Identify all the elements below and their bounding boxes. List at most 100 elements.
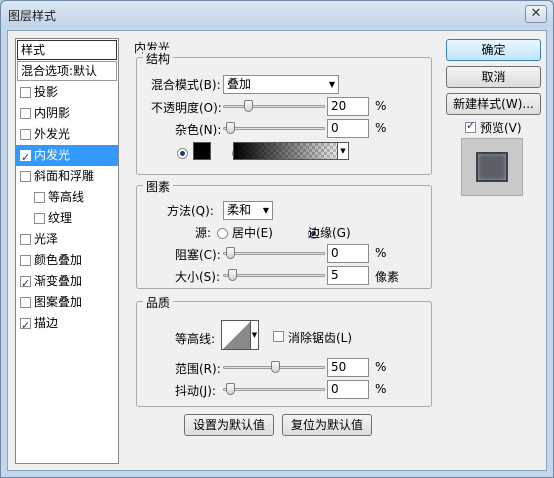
close-icon: ✕	[530, 6, 542, 21]
reset-default-button[interactable]: 复位为默认值	[282, 414, 372, 436]
noise-unit: %	[375, 121, 387, 135]
choke-slider[interactable]	[223, 247, 325, 259]
style-item-checkbox[interactable]	[34, 192, 45, 203]
style-item[interactable]: 描边	[16, 313, 118, 336]
blend-options-item[interactable]: 混合选项:默认	[17, 61, 117, 81]
style-item[interactable]: 等高线	[16, 187, 118, 208]
choke-unit: %	[375, 246, 387, 260]
style-item[interactable]: 斜面和浮雕	[16, 166, 118, 187]
style-item-checkbox[interactable]	[20, 315, 31, 336]
jitter-slider[interactable]	[223, 383, 325, 395]
style-item-label: 内阴影	[34, 106, 71, 120]
ok-button[interactable]: 确定	[446, 39, 541, 61]
style-item-label: 内发光	[34, 148, 71, 162]
noise-field[interactable]: 0	[327, 119, 369, 138]
style-item-checkbox[interactable]	[20, 171, 31, 182]
style-item[interactable]: 光泽	[16, 229, 118, 250]
style-item-checkbox[interactable]	[34, 213, 45, 224]
opacity-slider-thumb[interactable]	[244, 100, 253, 112]
chevron-down-icon[interactable]: ▼	[250, 321, 258, 349]
size-field[interactable]: 5	[327, 266, 369, 285]
source-edge-label[interactable]: 边缘(G)	[308, 224, 351, 241]
styles-header[interactable]: 样式	[17, 40, 117, 60]
preview-swatch	[476, 152, 508, 182]
style-item-checkbox[interactable]	[20, 87, 31, 98]
style-item-label: 纹理	[48, 211, 73, 225]
size-slider[interactable]	[223, 269, 325, 281]
style-item-label: 描边	[34, 316, 59, 330]
range-unit: %	[375, 360, 387, 374]
contour-label: 等高线:	[175, 332, 216, 346]
blend-mode-label: 混合模式(B):	[151, 78, 221, 92]
dialog-window: 图层样式 ✕ 样式 混合选项:默认 投影内阴影外发光内发光斜面和浮雕等高线纹理光…	[0, 0, 554, 478]
elements-title: 图素	[143, 178, 174, 195]
source-center-radio[interactable]	[217, 227, 228, 239]
blend-mode-select[interactable]: 叠加 ▼	[223, 75, 339, 94]
style-item[interactable]: 纹理	[16, 208, 118, 229]
style-item[interactable]: 颜色叠加	[16, 250, 118, 271]
style-item-checkbox[interactable]	[20, 297, 31, 308]
quality-group: 品质 等高线: ▼ 消除锯齿(L) 范围(R): 50 % 抖动(J): 0 %	[136, 294, 432, 407]
range-field[interactable]: 50	[327, 358, 369, 377]
style-item[interactable]: 内发光	[16, 145, 118, 168]
style-items: 投影内阴影外发光内发光斜面和浮雕等高线纹理光泽颜色叠加渐变叠加图案叠加描边	[16, 82, 118, 336]
contour-picker[interactable]: ▼	[221, 320, 259, 350]
glow-color-swatch[interactable]	[193, 142, 211, 160]
range-slider-thumb[interactable]	[271, 361, 280, 373]
method-select[interactable]: 柔和 ▼	[223, 201, 273, 220]
jitter-field[interactable]: 0	[327, 380, 369, 399]
chevron-down-icon[interactable]: ▼	[337, 143, 348, 159]
source-center-label[interactable]: 居中(E)	[232, 224, 273, 241]
style-item-checkbox[interactable]	[20, 129, 31, 140]
style-item[interactable]: 投影	[16, 82, 118, 103]
style-item[interactable]: 渐变叠加	[16, 271, 118, 294]
noise-slider[interactable]	[223, 122, 325, 134]
style-item-label: 光泽	[34, 232, 59, 246]
preview-checkbox[interactable]	[465, 119, 476, 133]
make-default-button[interactable]: 设置为默认值	[184, 414, 274, 436]
size-slider-thumb[interactable]	[227, 269, 237, 281]
size-label: 大小(S):	[175, 270, 221, 284]
style-item[interactable]: 图案叠加	[16, 292, 118, 313]
structure-title: 结构	[143, 50, 174, 67]
noise-slider-thumb[interactable]	[226, 122, 235, 134]
antialias-checkbox[interactable]	[273, 331, 284, 342]
style-item-checkbox[interactable]	[20, 255, 31, 266]
style-item-checkbox[interactable]	[20, 147, 31, 168]
choke-label: 阻塞(C):	[175, 248, 221, 262]
style-item-label: 外发光	[34, 127, 71, 141]
chevron-down-icon: ▼	[262, 206, 269, 215]
new-style-button[interactable]: 新建样式(W)...	[446, 93, 541, 115]
style-item-checkbox[interactable]	[20, 108, 31, 119]
preview-label[interactable]: 预览(V)	[480, 119, 522, 136]
choke-slider-thumb[interactable]	[226, 247, 235, 259]
title-bar[interactable]: 图层样式 ✕	[1, 1, 553, 27]
close-button[interactable]: ✕	[525, 5, 547, 23]
antialias-label[interactable]: 消除锯齿(L)	[288, 329, 352, 346]
dialog-client: 样式 混合选项:默认 投影内阴影外发光内发光斜面和浮雕等高线纹理光泽颜色叠加渐变…	[7, 30, 547, 471]
opacity-label: 不透明度(O):	[151, 101, 222, 115]
cancel-button[interactable]: 取消	[446, 66, 541, 88]
opacity-slider[interactable]	[223, 100, 325, 112]
method-value: 柔和	[227, 203, 252, 217]
gradient-picker[interactable]: ▼	[233, 142, 349, 160]
style-item[interactable]: 内阴影	[16, 103, 118, 124]
style-item-label: 颜色叠加	[34, 253, 83, 267]
structure-group: 结构 混合模式(B): 叠加 ▼ 不透明度(O): 20 % 杂色(N): 0 %	[136, 50, 432, 175]
choke-field[interactable]: 0	[327, 244, 369, 263]
style-item[interactable]: 外发光	[16, 124, 118, 145]
window-title: 图层样式	[8, 9, 57, 23]
preview-box	[461, 138, 523, 196]
style-item-label: 图案叠加	[34, 295, 83, 309]
noise-label: 杂色(N):	[175, 123, 222, 137]
jitter-slider-thumb[interactable]	[226, 383, 235, 395]
quality-title: 品质	[143, 294, 174, 311]
style-item-label: 等高线	[48, 190, 85, 204]
color-radio[interactable]	[177, 147, 188, 159]
style-item-label: 投影	[34, 85, 59, 99]
style-item-checkbox[interactable]	[20, 273, 31, 294]
style-item-checkbox[interactable]	[20, 234, 31, 245]
opacity-field[interactable]: 20	[327, 97, 369, 116]
jitter-unit: %	[375, 382, 387, 396]
range-slider[interactable]	[223, 361, 325, 373]
